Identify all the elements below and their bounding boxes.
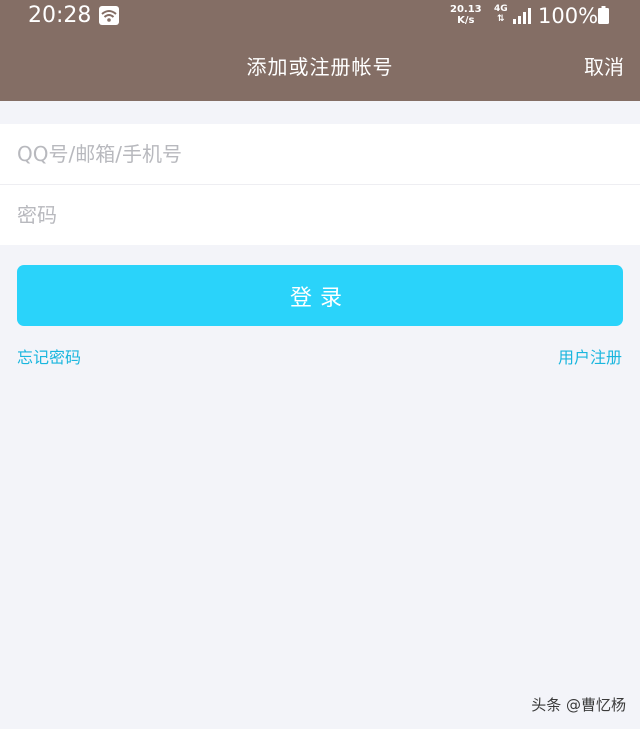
login-button[interactable]: 登录: [17, 265, 623, 326]
status-time: 20:28: [28, 3, 92, 28]
data-arrows-icon: ⇅: [497, 14, 505, 24]
signal-icon: [512, 8, 532, 28]
password-field-row: [0, 185, 640, 245]
battery-icon: [598, 6, 609, 24]
network-type: 4G ⇅: [494, 4, 508, 24]
network-type-label: 4G: [494, 4, 508, 14]
watermark: 头条 @曹忆杨: [531, 696, 626, 714]
cancel-button[interactable]: 取消: [584, 53, 624, 81]
register-link[interactable]: 用户注册: [558, 346, 622, 370]
password-input[interactable]: [0, 185, 640, 245]
login-screen: 20:28 20.13 K/s 4G ⇅ 100% 添加或注册帐号 取消 QQ号…: [0, 0, 640, 729]
battery-percent: 100%: [538, 4, 599, 28]
network-speed: 20.13 K/s: [450, 4, 482, 26]
top-bar: 20:28 20.13 K/s 4G ⇅ 100% 添加或注册帐号 取消: [0, 0, 640, 101]
page-title: 添加或注册帐号: [246, 55, 394, 79]
network-speed-unit: K/s: [457, 15, 475, 26]
account-field-row: [0, 124, 640, 184]
network-speed-value: 20.13: [450, 4, 482, 15]
wifi-icon: [99, 6, 119, 25]
account-input[interactable]: [0, 124, 640, 184]
forgot-password-link[interactable]: 忘记密码: [17, 346, 81, 370]
